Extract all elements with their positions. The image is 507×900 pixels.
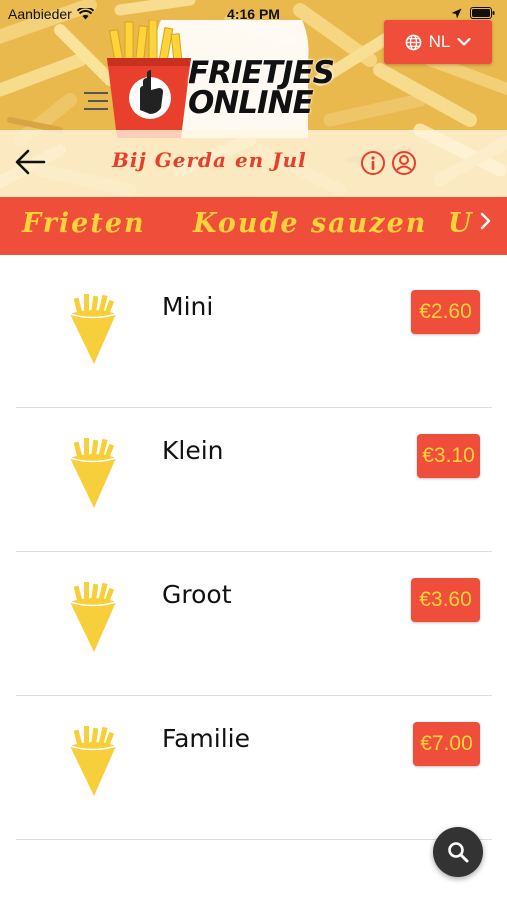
price-badge[interactable]: €2.60 (411, 290, 480, 334)
status-right (451, 7, 495, 19)
fries-cone-icon (69, 726, 117, 796)
shop-name: Bij Gerda en Jul (112, 148, 307, 172)
product-row[interactable]: Groot €3.60 (16, 552, 492, 696)
language-label: NL (428, 32, 451, 51)
logo-line-2: ONLINE (188, 85, 314, 121)
search-icon (448, 842, 469, 863)
info-icon[interactable] (360, 150, 386, 176)
product-name: Klein (162, 436, 224, 465)
globe-icon (405, 34, 421, 50)
language-button[interactable]: NL (384, 20, 492, 64)
carrier-label: Aanbieder (8, 6, 72, 22)
back-arrow-icon[interactable] (14, 148, 46, 176)
price-badge[interactable]: €3.10 (417, 434, 480, 478)
location-arrow-icon (451, 8, 462, 18)
logo-line-1: FRIETJES (188, 55, 335, 91)
tab-next-category[interactable]: U (448, 208, 474, 239)
chevron-down-icon (457, 37, 471, 46)
product-row[interactable]: Klein €3.10 (16, 408, 492, 552)
status-carrier: Aanbieder (8, 6, 94, 22)
chevron-right-icon[interactable] (479, 211, 493, 231)
product-name: Mini (162, 292, 214, 321)
fries-cone-icon (69, 582, 117, 652)
product-name: Familie (162, 724, 250, 753)
search-button[interactable] (433, 827, 483, 877)
header: Aanbieder 4:16 PM NL FRIETJES ONLINE Bij… (0, 0, 507, 197)
tab-frieten[interactable]: Frieten (22, 208, 146, 239)
price-badge[interactable]: €3.60 (411, 578, 480, 622)
fries-cone-icon (69, 294, 117, 364)
category-tabs: Frieten Koude sauzen U (0, 197, 507, 255)
price-badge[interactable]: €7.00 (413, 722, 480, 766)
user-icon[interactable] (391, 150, 417, 176)
tab-koude-sauzen[interactable]: Koude sauzen (193, 208, 427, 239)
battery-icon (470, 7, 495, 19)
logo-wordmark: FRIETJES ONLINE (188, 55, 335, 121)
product-name: Groot (162, 580, 232, 609)
fries-cone-icon (69, 438, 117, 508)
product-row[interactable]: Familie €7.00 (16, 696, 492, 840)
wifi-icon (76, 8, 94, 20)
product-row[interactable]: Mini €2.60 (16, 264, 492, 408)
menu-hamburger-icon[interactable] (80, 92, 110, 114)
